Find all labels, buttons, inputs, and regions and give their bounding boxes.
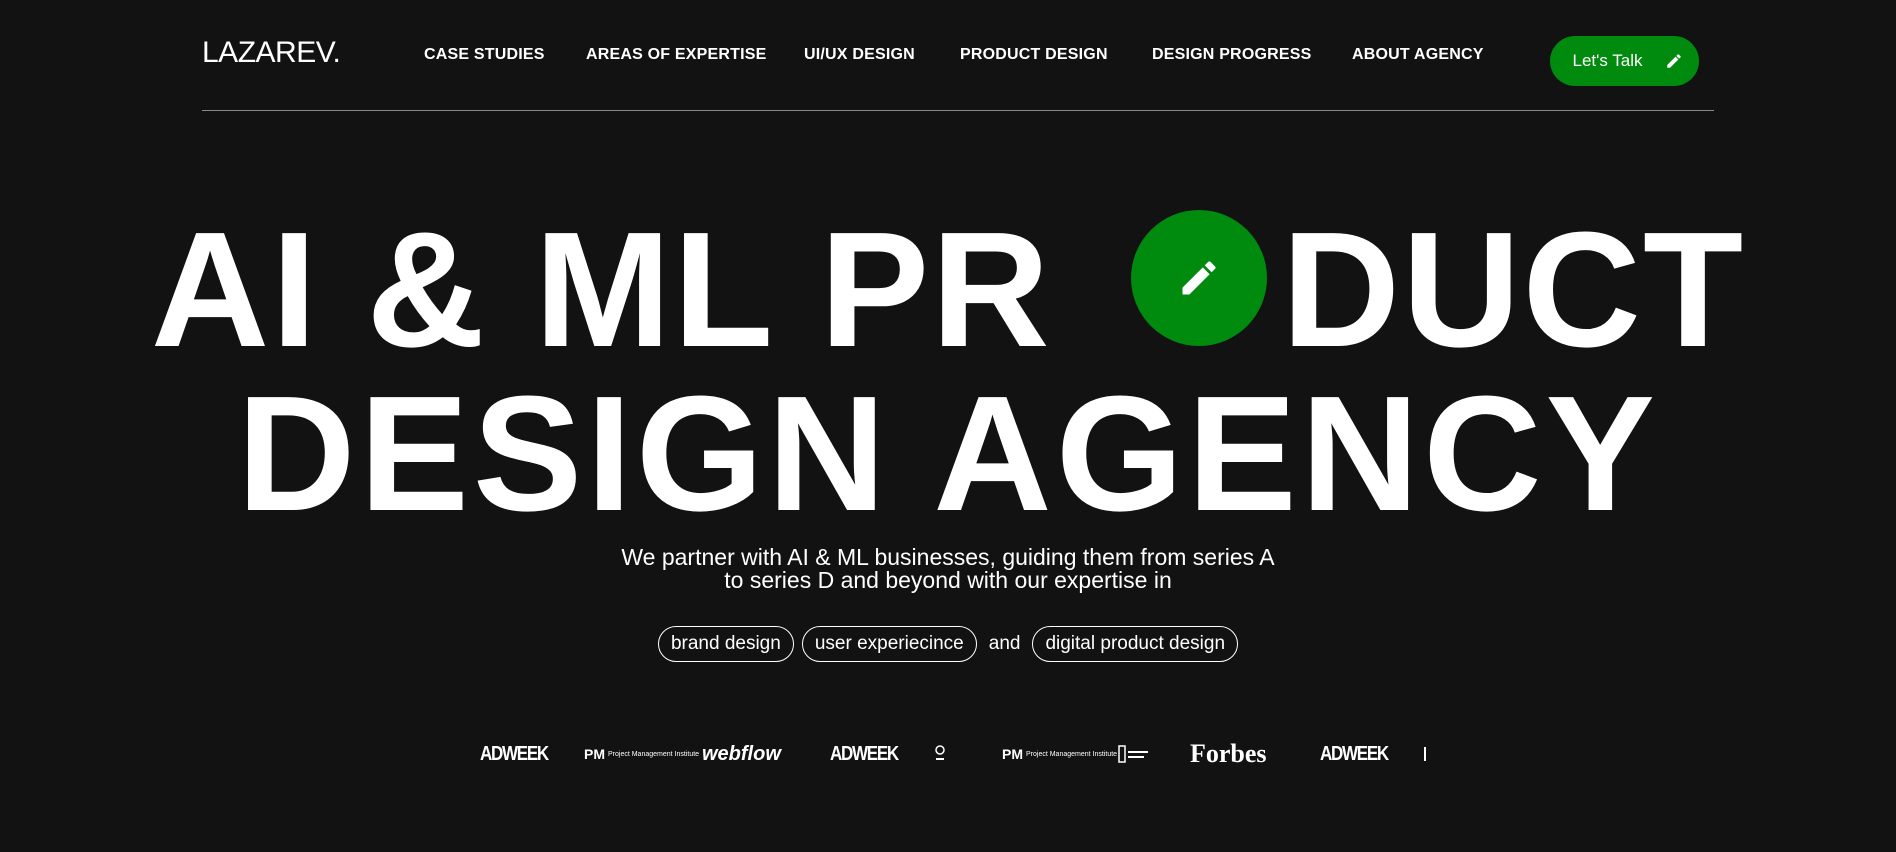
webby-icon xyxy=(1118,745,1148,763)
partial-logo-icon xyxy=(1424,738,1428,770)
hero-title-part-1: AI & ML PR xyxy=(150,198,1052,381)
adweek-logo: ADWEEK xyxy=(830,742,899,765)
pmi-text: Project Management Institute xyxy=(608,750,700,758)
pmi-logo: PM Project Management Institute xyxy=(1002,738,1118,770)
hero-title-part-2: DUCT xyxy=(1281,198,1746,381)
site-logo[interactable]: LAZAREV. xyxy=(202,36,341,70)
pmi-mark: PM xyxy=(1002,746,1023,762)
hero-title-line-2: DESIGN AGENCY xyxy=(237,362,1659,545)
award-logo-icon xyxy=(934,738,946,770)
press-logos-strip: ADWEEK PM Project Management Institute w… xyxy=(480,738,1428,770)
nav-about-agency[interactable]: ABOUT AGENCY xyxy=(1352,46,1484,64)
forbes-logo: Forbes xyxy=(1190,739,1267,768)
hero-subtitle-line-1: We partner with AI & ML businesses, guid… xyxy=(621,544,1275,570)
nav-ui-ux-design[interactable]: UI/UX DESIGN xyxy=(804,46,915,64)
hero-title-line-1: AI & ML PR DUCT xyxy=(0,208,1896,372)
lets-talk-button[interactable]: Let's Talk xyxy=(1550,36,1699,86)
header-divider xyxy=(202,110,1714,111)
adweek-logo: ADWEEK xyxy=(480,742,549,765)
pencil-icon xyxy=(1182,261,1216,295)
pmi-mark: PM xyxy=(584,746,605,762)
hero-subtitle-line-2: to series D and beyond with our expertis… xyxy=(724,567,1172,593)
nav-case-studies[interactable]: CASE STUDIES xyxy=(424,46,545,64)
pencil-icon xyxy=(1666,54,1681,68)
hero-subtitle: We partner with AI & ML businesses, guid… xyxy=(0,546,1896,592)
nav-product-design[interactable]: PRODUCT DESIGN xyxy=(960,46,1108,64)
nav-design-progress[interactable]: DESIGN PROGRESS xyxy=(1152,46,1311,64)
webflow-logo: webflow xyxy=(702,742,781,765)
pill-digital-product-design[interactable]: digital product design xyxy=(1032,626,1239,662)
partial-icon xyxy=(1424,747,1426,761)
award-icon xyxy=(935,745,945,760)
pmi-logo: PM Project Management Institute xyxy=(584,738,700,770)
adweek-logo: ADWEEK xyxy=(1320,742,1389,765)
pill-user-experience[interactable]: user experiecince xyxy=(801,626,977,662)
lets-talk-label: Let's Talk xyxy=(1572,51,1643,70)
hero-pencil-badge[interactable] xyxy=(1131,210,1267,346)
pill-brand-design[interactable]: brand design xyxy=(657,626,794,662)
nav-areas-of-expertise[interactable]: AREAS OF EXPERTISE xyxy=(586,46,767,64)
pmi-text: Project Management Institute xyxy=(1026,750,1118,758)
webby-logo-icon xyxy=(1118,738,1150,770)
expertise-pills: brand design user experiecince and digit… xyxy=(0,626,1896,662)
pills-connector: and xyxy=(988,633,1021,654)
